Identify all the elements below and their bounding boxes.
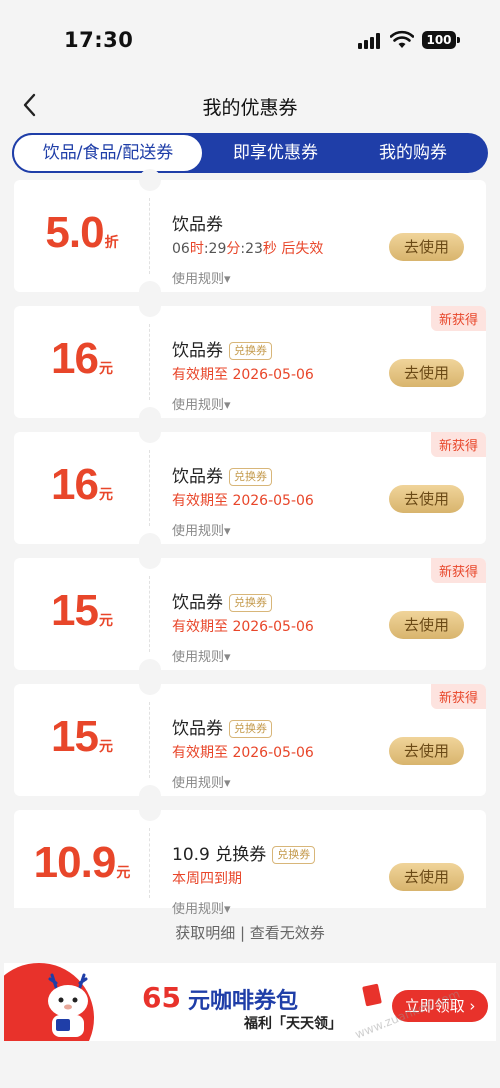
coupon-value: 16	[51, 460, 99, 509]
use-coupon-button[interactable]: 去使用	[389, 863, 464, 891]
footer-links: 获取明细 | 查看无效券	[0, 922, 500, 943]
coupon-amount: 16元	[14, 334, 150, 384]
usage-rules-toggle[interactable]: 使用规则▾	[172, 772, 231, 791]
usage-rules-toggle[interactable]: 使用规则▾	[172, 520, 231, 539]
coupon-name: 饮品券 兑换券	[172, 714, 272, 739]
new-badge: 新获得	[430, 432, 486, 457]
exchange-tag: 兑换券	[272, 846, 316, 864]
coupon-validity: 有效期至 2026-05-06	[172, 493, 314, 509]
link-separator: |	[235, 924, 250, 942]
coupon-name: 10.9 兑换券 兑换券	[172, 840, 316, 865]
invalid-coupons-link[interactable]: 查看无效券	[250, 924, 325, 942]
exchange-tag: 兑换券	[229, 468, 272, 486]
coupon-unit: 元	[98, 613, 113, 629]
coupon-value: 10.9	[33, 838, 117, 887]
coupon-amount: 16元	[14, 460, 150, 510]
coupon-card: 新获得 16元 饮品券 兑换券 有效期至 2026-05-06 使用规则▾ 去使用	[14, 421, 486, 555]
coupon-value: 16	[51, 334, 99, 383]
coupon-unit: 元	[98, 487, 113, 503]
use-coupon-button[interactable]: 去使用	[389, 233, 464, 261]
coupon-value: 15	[51, 586, 99, 635]
coupon-unit: 元	[98, 739, 113, 755]
page-title: 我的优惠券	[202, 97, 298, 119]
status-bar: 17:30 100	[0, 0, 500, 84]
battery-level: 100	[426, 33, 452, 47]
coupon-validity: 有效期至 2026-05-06	[172, 619, 314, 635]
coupon-card: 新获得 16元 饮品券 兑换券 有效期至 2026-05-06 使用规则▾ 去使用	[14, 295, 486, 429]
nav-header: 我的优惠券	[0, 84, 500, 128]
new-badge: 新获得	[430, 306, 486, 331]
coupon-name: 饮品券	[172, 215, 223, 235]
banner-title: 元咖啡券包	[188, 989, 299, 1014]
usage-rules-toggle[interactable]: 使用规则▾	[172, 268, 231, 287]
coupon-unit: 元	[98, 361, 113, 377]
tab-drinks-food-delivery[interactable]: 饮品/食品/配送券	[12, 133, 204, 173]
new-badge: 新获得	[430, 558, 486, 583]
banner-amount: 65	[142, 981, 181, 1014]
banner-subtitle: 福利「天天领」	[244, 1016, 342, 1032]
wifi-icon	[390, 30, 414, 48]
use-coupon-button[interactable]: 去使用	[389, 737, 464, 765]
coupon-name: 饮品券 兑换券	[172, 336, 272, 361]
usage-rules-toggle[interactable]: 使用规则▾	[172, 898, 231, 917]
coupon-validity: 本周四到期	[172, 871, 242, 887]
coupon-value: 15	[51, 712, 99, 761]
new-badge: 新获得	[430, 684, 486, 709]
coupon-card: 新获得 15元 饮品券 兑换券 有效期至 2026-05-06 使用规则▾ 去使用	[14, 547, 486, 681]
coupon-amount: 5.0折	[14, 208, 150, 258]
tab-instant-coupons[interactable]: 即享优惠券	[208, 133, 343, 173]
coupon-amount: 15元	[14, 712, 150, 762]
coupon-amount: 15元	[14, 586, 150, 636]
red-envelope-icon	[362, 983, 382, 1007]
battery-icon: 100	[422, 31, 460, 49]
exchange-tag: 兑换券	[229, 720, 272, 738]
details-link[interactable]: 获取明细	[175, 924, 235, 942]
tab-purchased-coupons[interactable]: 我的购券	[348, 133, 478, 173]
coupon-unit: 元	[116, 865, 131, 881]
coupon-amount: 10.9元	[14, 838, 150, 888]
coupon-unit: 折	[104, 235, 119, 251]
exchange-tag: 兑换券	[229, 342, 272, 360]
coupon-validity: 有效期至 2026-05-06	[172, 745, 314, 761]
exchange-tag: 兑换券	[229, 594, 272, 612]
use-coupon-button[interactable]: 去使用	[389, 485, 464, 513]
coupon-tabs: 饮品/食品/配送券 即享优惠券 我的购券	[12, 133, 488, 173]
coupon-name: 饮品券 兑换券	[172, 462, 272, 487]
coupon-card: 新获得 15元 饮品券 兑换券 有效期至 2026-05-06 使用规则▾ 去使用	[14, 673, 486, 807]
use-coupon-button[interactable]: 去使用	[389, 611, 464, 639]
coupon-value: 5.0	[45, 208, 104, 257]
coupon-validity: 有效期至 2026-05-06	[172, 367, 314, 383]
signal-icon	[358, 33, 384, 49]
usage-rules-toggle[interactable]: 使用规则▾	[172, 394, 231, 413]
coupon-card: 10.9元 10.9 兑换券 兑换券 本周四到期 使用规则▾ 去使用	[14, 799, 486, 917]
use-coupon-button[interactable]: 去使用	[389, 359, 464, 387]
deer-mascot-icon	[48, 973, 88, 1037]
coupon-countdown: 06时:29分:23秒 后失效	[172, 241, 324, 257]
usage-rules-toggle[interactable]: 使用规则▾	[172, 646, 231, 665]
coupon-name: 饮品券 兑换券	[172, 588, 272, 613]
clock: 17:30	[64, 28, 134, 52]
coupon-card: 5.0折 饮品券 06时:29分:23秒 后失效 使用规则▾ 去使用	[14, 169, 486, 303]
